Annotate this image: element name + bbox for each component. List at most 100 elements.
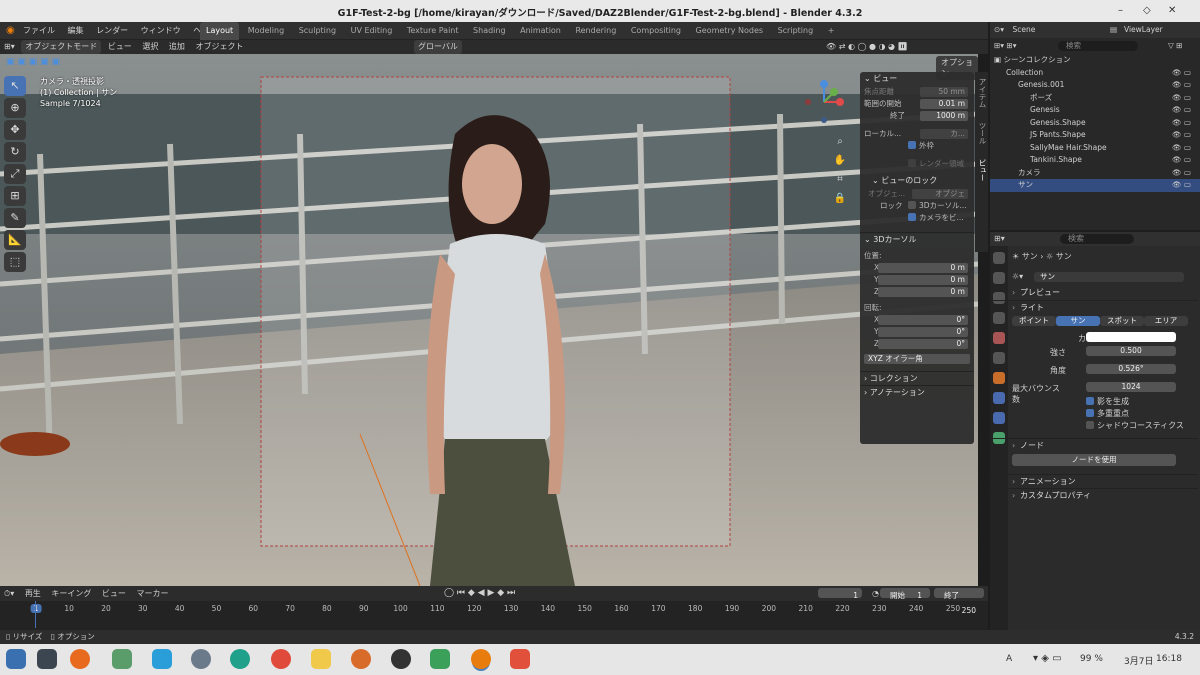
frame-end-field[interactable]: 終了 250 [934, 588, 984, 615]
transform-tool-icon[interactable]: ⊞ [4, 186, 26, 206]
timeline-menu-playback[interactable]: 再生 [21, 586, 45, 601]
daz-studio-icon[interactable] [351, 649, 371, 669]
date-label[interactable]: 3月7日 [1124, 654, 1153, 667]
viewport-menu-object[interactable]: オブジェクト [191, 40, 247, 54]
cursor-z-field[interactable]: Z0 m [860, 286, 974, 298]
outliner-item[interactable]: Tankini.Shape 👁 ▭ [990, 154, 1200, 167]
tab-item[interactable]: アイテム [977, 78, 988, 108]
move-tool-icon[interactable]: ✥ [4, 120, 26, 140]
tray-icons[interactable]: ▾ ◈ ▭ [1033, 653, 1062, 664]
tab-rendering[interactable]: Rendering [569, 22, 622, 40]
select-mode-icons[interactable]: ▣ ▣ ▣ ▣ ▣ [6, 57, 60, 67]
time-label[interactable]: 16:18 [1156, 654, 1182, 664]
outliner-item[interactable]: Collection 👁 ▭ [990, 67, 1200, 80]
tab-texture-paint[interactable]: Texture Paint [401, 22, 465, 40]
tab-uv-editing[interactable]: UV Editing [345, 22, 399, 40]
minimize-icon[interactable]: – [1118, 5, 1123, 16]
outline-checkbox[interactable]: 外枠 [860, 140, 974, 152]
blender-taskbar-icon[interactable] [471, 649, 491, 669]
timeline-menu-marker[interactable]: マーカー [132, 586, 172, 601]
lock-object-row[interactable]: オブジェ... オブジェ [860, 188, 974, 200]
panel-3d-cursor-header[interactable]: ⌄ 3Dカーソル [860, 232, 974, 246]
visibility-icon[interactable]: 👁 ▭ [1172, 92, 1191, 105]
mode-select[interactable]: オブジェクトモード [21, 40, 102, 54]
settings-gear-icon[interactable] [191, 649, 211, 669]
current-frame-field[interactable]: 1 [818, 588, 862, 600]
cursor-tool-icon[interactable]: ⊕ [4, 98, 26, 118]
timeline-menu-view[interactable]: ビュー [98, 586, 130, 601]
menu-file[interactable]: ファイル [18, 22, 60, 40]
tab-scripting[interactable]: Scripting [772, 22, 820, 40]
outliner-item[interactable]: サン 👁 ▭ [990, 179, 1200, 192]
light-type-sun[interactable]: サン [1056, 316, 1100, 326]
frame-start-field[interactable]: 開始 1 [880, 588, 930, 600]
outliner-item[interactable]: JS Pants.Shape 👁 ▭ [990, 129, 1200, 142]
zorin-menu-icon[interactable] [6, 649, 26, 669]
workspace-switcher-icon[interactable] [37, 649, 57, 669]
pan-hand-icon[interactable]: ✋ [833, 151, 847, 170]
panel-view-header[interactable]: ⌄ ビュー [860, 72, 974, 86]
viewport-menu-view[interactable]: ビュー [104, 40, 136, 54]
scene-icon[interactable]: ⊙▾ [994, 25, 1004, 34]
outliner-item[interactable]: SallyMae Hair.Shape 👁 ▭ [990, 142, 1200, 155]
visibility-icon[interactable]: 👁 ▭ [1172, 67, 1191, 80]
strength-field[interactable]: 0.500 [1086, 346, 1176, 356]
lock-camera-checkbox[interactable]: カメラをビ... [860, 212, 974, 224]
world-tab-icon[interactable] [993, 352, 1005, 364]
visibility-icon[interactable]: 👁 ▭ [1172, 104, 1191, 117]
tab-layout[interactable]: Layout [200, 22, 240, 40]
measure-tool-icon[interactable]: 📐 [4, 230, 26, 250]
panel-annotation-header[interactable]: › アノテーション [860, 385, 974, 399]
firefox-icon[interactable] [70, 649, 90, 669]
outliner-editor-icon[interactable]: ⊞▾ ⊞▾ [994, 41, 1016, 50]
panel-custom-props-header[interactable]: カスタムプロパティ [988, 488, 1198, 503]
menu-window[interactable]: ウィンドウ [136, 22, 186, 40]
panel-collection-header[interactable]: › コレクション [860, 371, 974, 385]
outliner-item[interactable]: Genesis.Shape 👁 ▭ [990, 117, 1200, 130]
files-icon[interactable] [112, 649, 132, 669]
lock-icon[interactable]: 🔒 [833, 189, 847, 208]
outliner-item[interactable]: Genesis 👁 ▭ [990, 104, 1200, 117]
presentation-icon[interactable] [510, 649, 530, 669]
light-type-spot[interactable]: スポット [1100, 316, 1144, 326]
tab-view[interactable]: ビュー [977, 159, 988, 182]
angle-field[interactable]: 0.526° [1086, 364, 1176, 374]
tab-modeling[interactable]: Modeling [242, 22, 290, 40]
properties-editor-icon[interactable]: ⊞▾ [994, 234, 1005, 243]
outliner-root[interactable]: ▣ シーンコレクション [990, 54, 1200, 67]
render-region-checkbox[interactable]: レンダー領域 [860, 158, 974, 170]
visibility-icon[interactable]: 👁 ▭ [1172, 129, 1191, 142]
menu-edit[interactable]: 編集 [63, 22, 89, 40]
rotation-z-field[interactable]: Z 0° [860, 338, 974, 350]
tab-shading[interactable]: Shading [467, 22, 512, 40]
blender-logo-icon[interactable]: ◉ [6, 25, 15, 36]
visibility-icon[interactable]: 👁 ▭ [1172, 179, 1191, 192]
obs-icon[interactable] [391, 649, 411, 669]
rotation-y-field[interactable]: Y 0° [860, 326, 974, 338]
add-cube-tool-icon[interactable]: ⬚ [4, 252, 26, 272]
multiple-importance-checkbox[interactable]: 多重重点 [1012, 408, 1198, 420]
tab-sculpting[interactable]: Sculpting [293, 22, 342, 40]
cursor-x-field[interactable]: X0 m [860, 262, 974, 274]
scale-tool-icon[interactable]: ⤢ [4, 164, 26, 184]
outliner-search-input[interactable]: 検索 [1058, 41, 1138, 51]
add-workspace-icon[interactable]: + [822, 22, 841, 40]
constraint-tab-icon[interactable] [993, 412, 1005, 424]
viewlayer-icon[interactable]: ▤ [1110, 22, 1117, 38]
filter-icon[interactable]: ▽ ⊞ [1168, 38, 1182, 54]
close-icon[interactable]: ✕ [1168, 5, 1176, 16]
shadow-caustics-checkbox[interactable]: シャドウコースティクス [1012, 420, 1198, 432]
viewport-menu-select[interactable]: 選択 [138, 40, 162, 54]
rotation-mode-select[interactable]: XYZ オイラー角 [860, 353, 974, 365]
viewport-3d[interactable]: カメラ・透視投影 (1) Collection | サン Sample 7/10… [0, 54, 978, 586]
tab-geometry-nodes[interactable]: Geometry Nodes [690, 22, 769, 40]
tab-tool[interactable]: ツール [977, 122, 988, 145]
scene-name[interactable]: Scene [1012, 25, 1035, 34]
editor-type-icon[interactable]: ⊞▾ [0, 40, 19, 54]
tool-tab-icon[interactable] [993, 252, 1005, 264]
menu-render[interactable]: レンダー [91, 22, 133, 40]
physics-tab-icon[interactable] [993, 392, 1005, 404]
rotate-tool-icon[interactable]: ↻ [4, 142, 26, 162]
annotate-tool-icon[interactable]: ✎ [4, 208, 26, 228]
battery-level[interactable]: 99 % [1080, 654, 1103, 664]
